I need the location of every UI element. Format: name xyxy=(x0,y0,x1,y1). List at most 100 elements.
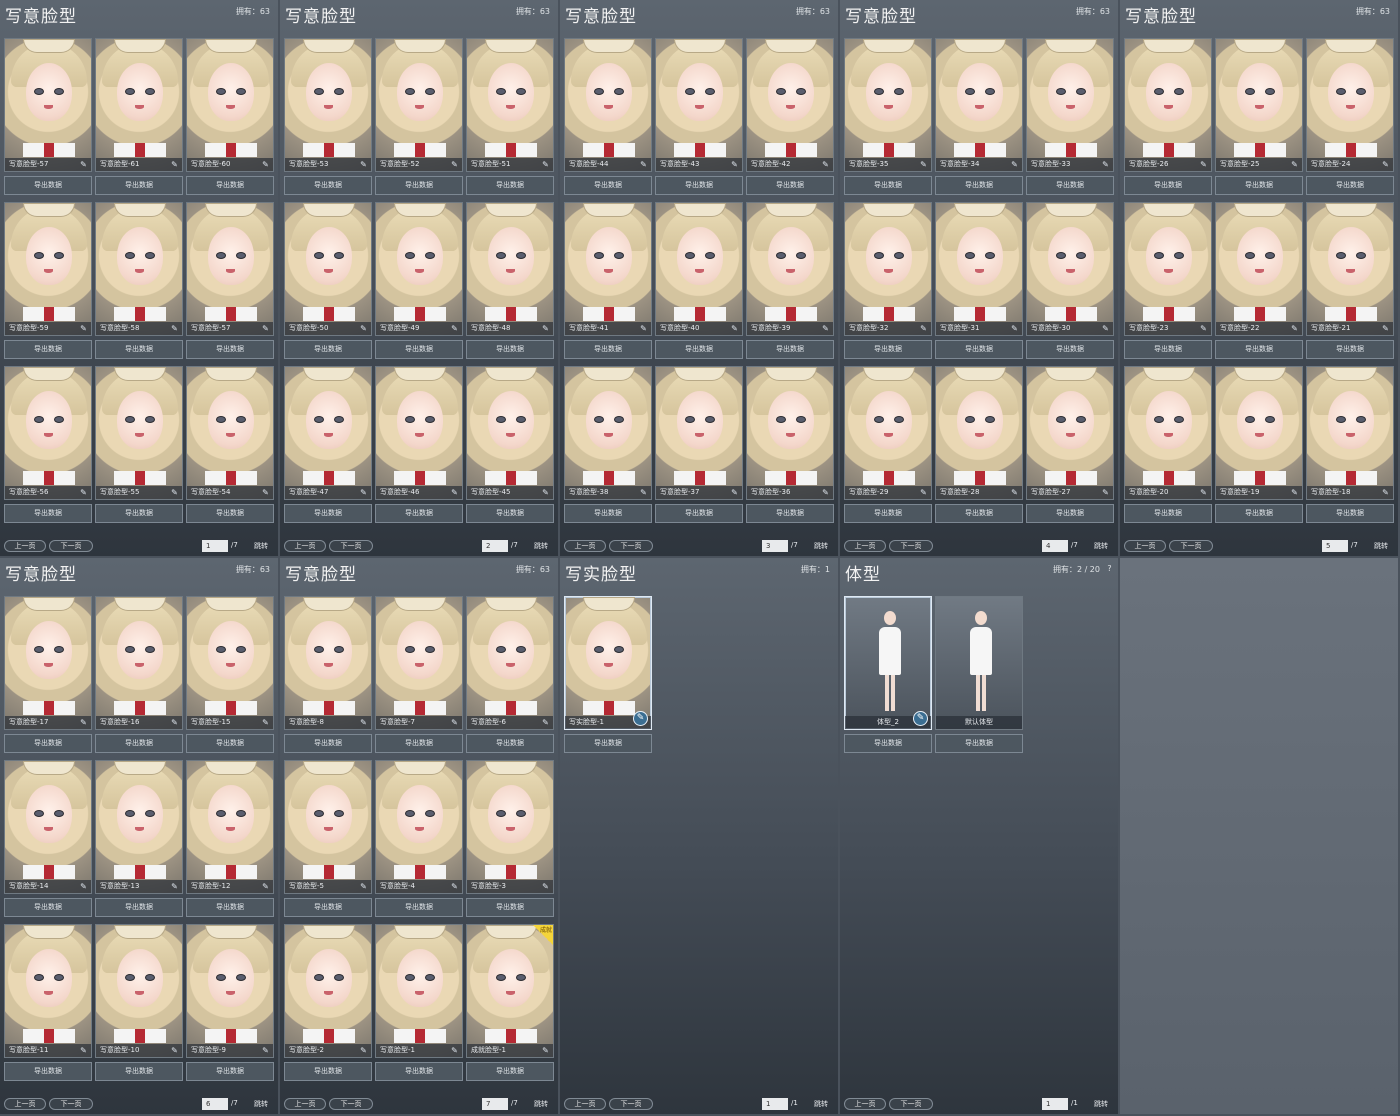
pencil-icon[interactable]: ✎ xyxy=(1009,487,1020,498)
preset-thumbnail[interactable]: 写意脸型-48 ✎ xyxy=(466,202,554,336)
next-page-button[interactable]: 下一页 xyxy=(1169,540,1213,552)
pencil-icon[interactable]: ✎ xyxy=(540,487,551,498)
preset-thumbnail[interactable]: 写意脸型-53 ✎ xyxy=(284,38,372,172)
export-data-button[interactable]: 导出数据 xyxy=(284,340,372,359)
preset-thumbnail[interactable]: 写意脸型-56 ✎ xyxy=(4,366,92,500)
export-data-button[interactable]: 导出数据 xyxy=(284,176,372,195)
pencil-icon[interactable]: ✎ xyxy=(1009,159,1020,170)
export-data-button[interactable]: 导出数据 xyxy=(186,176,274,195)
export-data-button[interactable]: 导出数据 xyxy=(746,176,834,195)
pencil-icon[interactable]: ✎ xyxy=(449,323,460,334)
page-number-input[interactable]: 3 xyxy=(762,540,788,552)
pencil-icon[interactable]: ✎ xyxy=(169,881,180,892)
jump-button[interactable]: 跳转 xyxy=(534,1099,548,1109)
export-data-button[interactable]: 导出数据 xyxy=(95,504,183,523)
jump-button[interactable]: 跳转 xyxy=(1094,1099,1108,1109)
jump-button[interactable]: 跳转 xyxy=(814,541,828,551)
pencil-icon[interactable]: ✎ xyxy=(78,881,89,892)
export-data-button[interactable]: 导出数据 xyxy=(466,898,554,917)
preset-thumbnail[interactable]: 写意脸型-20 ✎ xyxy=(1124,366,1212,500)
export-data-button[interactable]: 导出数据 xyxy=(844,340,932,359)
next-page-button[interactable]: 下一页 xyxy=(609,1098,653,1110)
prev-page-button[interactable]: 上一页 xyxy=(1124,540,1166,552)
export-data-button[interactable]: 导出数据 xyxy=(284,898,372,917)
export-data-button[interactable]: 导出数据 xyxy=(4,340,92,359)
preset-thumbnail[interactable]: 写意脸型-29 ✎ xyxy=(844,366,932,500)
next-page-button[interactable]: 下一页 xyxy=(329,1098,373,1110)
page-number-input[interactable]: 1 xyxy=(202,540,228,552)
export-data-button[interactable]: 导出数据 xyxy=(1306,340,1394,359)
page-number-input[interactable]: 7 xyxy=(482,1098,508,1110)
export-data-button[interactable]: 导出数据 xyxy=(466,504,554,523)
pencil-icon[interactable]: ✎ xyxy=(820,323,831,334)
preset-thumbnail[interactable]: 写意脸型-30 ✎ xyxy=(1026,202,1114,336)
pencil-icon[interactable]: ✎ xyxy=(820,487,831,498)
pencil-icon[interactable]: ✎ xyxy=(1009,323,1020,334)
preset-thumbnail[interactable]: 写意脸型-35 ✎ xyxy=(844,38,932,172)
pencil-icon[interactable]: ✎ xyxy=(358,1045,369,1056)
preset-thumbnail[interactable]: 写意脸型-34 ✎ xyxy=(935,38,1023,172)
pencil-icon[interactable]: ✎ xyxy=(918,487,929,498)
pencil-icon[interactable]: ✎ xyxy=(260,159,271,170)
export-data-button[interactable]: 导出数据 xyxy=(1215,504,1303,523)
pencil-icon[interactable]: ✎ xyxy=(1198,323,1209,334)
preset-thumbnail[interactable]: 写意脸型-57 ✎ xyxy=(186,202,274,336)
export-data-button[interactable]: 导出数据 xyxy=(186,734,274,753)
export-data-button[interactable]: 导出数据 xyxy=(4,504,92,523)
pencil-icon[interactable]: ✎ xyxy=(638,323,649,334)
pencil-icon[interactable]: ✎ xyxy=(820,159,831,170)
next-page-button[interactable]: 下一页 xyxy=(609,540,653,552)
preset-thumbnail[interactable]: 写意脸型-32 ✎ xyxy=(844,202,932,336)
pencil-icon[interactable]: ✎ xyxy=(729,159,740,170)
preset-thumbnail[interactable]: 成就脸型-1 ✎ 成就 xyxy=(466,924,554,1058)
pencil-icon[interactable]: ✎ xyxy=(260,487,271,498)
preset-thumbnail[interactable]: 写意脸型-9 ✎ xyxy=(186,924,274,1058)
export-data-button[interactable]: 导出数据 xyxy=(466,340,554,359)
export-data-button[interactable]: 导出数据 xyxy=(186,504,274,523)
pencil-icon[interactable]: ✎ xyxy=(78,323,89,334)
export-data-button[interactable]: 导出数据 xyxy=(186,1062,274,1081)
export-data-button[interactable]: 导出数据 xyxy=(564,176,652,195)
export-data-button[interactable]: 导出数据 xyxy=(1306,504,1394,523)
pencil-icon[interactable]: ✎ xyxy=(540,1045,551,1056)
pencil-icon[interactable]: ✎ xyxy=(169,717,180,728)
preset-thumbnail[interactable]: 写意脸型-41 ✎ xyxy=(564,202,652,336)
pencil-icon[interactable]: ✎ xyxy=(169,323,180,334)
page-number-input[interactable]: 5 xyxy=(1322,540,1348,552)
pencil-icon[interactable]: ✎ xyxy=(358,487,369,498)
export-data-button[interactable]: 导出数据 xyxy=(466,176,554,195)
jump-button[interactable]: 跳转 xyxy=(1374,541,1388,551)
preset-thumbnail[interactable]: 写意脸型-50 ✎ xyxy=(284,202,372,336)
preset-thumbnail[interactable]: 写意脸型-49 ✎ xyxy=(375,202,463,336)
export-data-button[interactable]: 导出数据 xyxy=(1215,340,1303,359)
export-data-button[interactable]: 导出数据 xyxy=(1306,176,1394,195)
next-page-button[interactable]: 下一页 xyxy=(329,540,373,552)
export-data-button[interactable]: 导出数据 xyxy=(1124,176,1212,195)
pencil-icon[interactable]: ✎ xyxy=(540,881,551,892)
pencil-icon[interactable]: ✎ xyxy=(1380,487,1391,498)
pencil-icon[interactable]: ✎ xyxy=(638,487,649,498)
page-number-input[interactable]: 2 xyxy=(482,540,508,552)
preset-thumbnail[interactable]: 写意脸型-23 ✎ xyxy=(1124,202,1212,336)
jump-button[interactable]: 跳转 xyxy=(254,1099,268,1109)
pencil-icon[interactable]: ✎ xyxy=(260,323,271,334)
pencil-icon[interactable]: ✎ xyxy=(260,881,271,892)
pencil-icon[interactable]: ✎ xyxy=(1289,159,1300,170)
prev-page-button[interactable]: 上一页 xyxy=(844,1098,886,1110)
preset-thumbnail[interactable]: 写意脸型-21 ✎ xyxy=(1306,202,1394,336)
pencil-icon[interactable]: ✎ xyxy=(449,159,460,170)
preset-thumbnail[interactable]: 写意脸型-37 ✎ xyxy=(655,366,743,500)
preset-thumbnail[interactable]: 写意脸型-38 ✎ xyxy=(564,366,652,500)
export-data-button[interactable]: 导出数据 xyxy=(844,734,932,753)
pencil-icon[interactable]: ✎ xyxy=(449,717,460,728)
export-data-button[interactable]: 导出数据 xyxy=(95,176,183,195)
export-data-button[interactable]: 导出数据 xyxy=(564,340,652,359)
preset-thumbnail[interactable]: 写意脸型-33 ✎ xyxy=(1026,38,1114,172)
preset-thumbnail[interactable]: 写意脸型-47 ✎ xyxy=(284,366,372,500)
export-data-button[interactable]: 导出数据 xyxy=(95,1062,183,1081)
export-data-button[interactable]: 导出数据 xyxy=(935,340,1023,359)
export-data-button[interactable]: 导出数据 xyxy=(375,340,463,359)
preset-thumbnail[interactable]: 写意脸型-28 ✎ xyxy=(935,366,1023,500)
next-page-button[interactable]: 下一页 xyxy=(49,1098,93,1110)
preset-thumbnail[interactable]: 写意脸型-17 ✎ xyxy=(4,596,92,730)
